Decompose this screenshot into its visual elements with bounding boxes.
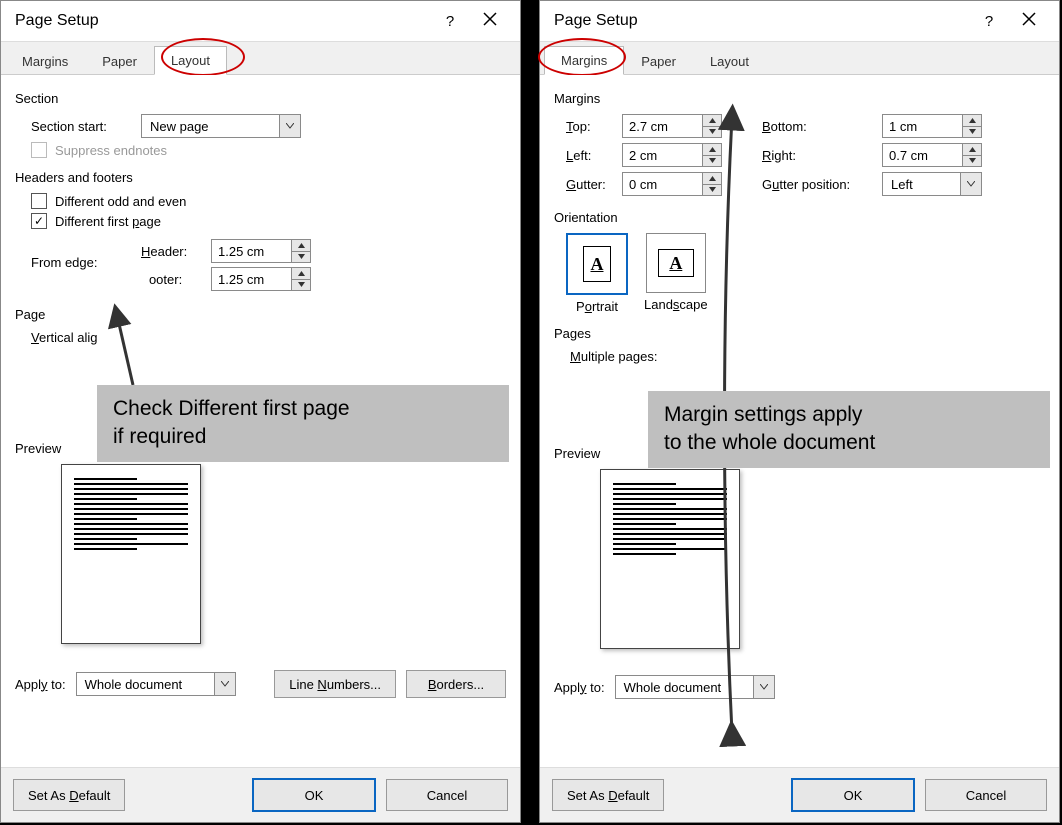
titlebar: Page Setup ?: [540, 1, 1059, 42]
section-start-select[interactable]: New page: [141, 114, 301, 138]
set-as-default-button[interactable]: Set As Default: [552, 779, 664, 811]
footer-label: Footer:: [141, 272, 211, 287]
tabstrip: Margins Paper Layout: [540, 42, 1059, 75]
gutter-position-label: Gutter position:: [762, 177, 882, 192]
help-icon[interactable]: ?: [969, 13, 1009, 30]
dialog-title: Page Setup: [554, 12, 969, 30]
help-icon[interactable]: ?: [430, 13, 470, 30]
spinner-buttons[interactable]: [291, 268, 310, 290]
dialog-footer: Set As Default OK Cancel: [1, 767, 520, 822]
bottom-label: Bottom:: [762, 119, 882, 134]
close-icon[interactable]: [1009, 12, 1049, 30]
line-numbers-button[interactable]: Line Numbers...: [274, 670, 396, 698]
ok-button[interactable]: OK: [252, 778, 376, 812]
gutter-label: Gutter:: [566, 177, 622, 192]
left-spinner[interactable]: 2 cm: [622, 143, 722, 167]
vertical-alignment-label: Vertical alig: [31, 330, 98, 345]
pages-heading: Pages: [554, 326, 1045, 341]
annotation-arrow: [111, 309, 151, 392]
tab-layout[interactable]: Layout: [154, 46, 227, 75]
footer-spinner[interactable]: 1.25 cm: [211, 267, 311, 291]
chevron-down-icon: [960, 173, 981, 195]
orientation-heading: Orientation: [554, 210, 1045, 225]
different-first-page-label: Different first page: [55, 214, 161, 229]
header-spinner[interactable]: 1.25 cm: [211, 239, 311, 263]
different-first-page-checkbox[interactable]: Different first page: [31, 213, 161, 229]
cancel-button[interactable]: Cancel: [386, 779, 508, 811]
left-label: Left:: [566, 148, 622, 163]
apply-to-label: Apply to:: [554, 680, 605, 695]
set-as-default-button[interactable]: Set As Default: [13, 779, 125, 811]
orientation-portrait[interactable]: A Portrait: [566, 233, 628, 314]
top-label: Top:: [566, 119, 622, 134]
titlebar: Page Setup ?: [1, 1, 520, 42]
multiple-pages-label: Multiple pages:: [570, 349, 657, 364]
tab-margins[interactable]: Margins: [5, 47, 85, 75]
spinner-buttons[interactable]: [291, 240, 310, 262]
dialog-title: Page Setup: [15, 12, 430, 30]
preview-thumbnail: [61, 464, 201, 644]
page-landscape-icon: A: [658, 249, 694, 277]
cancel-button[interactable]: Cancel: [925, 779, 1047, 811]
tab-layout[interactable]: Layout: [693, 47, 766, 75]
close-icon[interactable]: [470, 12, 510, 30]
section-start-label: Section start:: [31, 119, 141, 134]
different-odd-even-checkbox[interactable]: Different odd and even: [31, 193, 186, 209]
section-start-value: New page: [142, 119, 279, 134]
tab-margins[interactable]: Margins: [544, 46, 624, 75]
suppress-endnotes-checkbox: Suppress endnotes: [31, 142, 167, 158]
right-label: Right:: [762, 148, 882, 163]
top-spinner[interactable]: 2.7 cm: [622, 114, 722, 138]
from-edge-label: From edge:: [31, 235, 141, 270]
apply-to-select[interactable]: Whole document: [76, 672, 236, 696]
tabstrip: Margins Paper Layout: [1, 42, 520, 75]
borders-button[interactable]: Borders...: [406, 670, 506, 698]
gutter-spinner[interactable]: 0 cm: [622, 172, 722, 196]
apply-to-label: Apply to:: [15, 677, 66, 692]
chevron-down-icon: [279, 115, 300, 137]
tab-paper[interactable]: Paper: [85, 47, 154, 75]
chevron-down-icon: [214, 673, 235, 695]
tab-paper[interactable]: Paper: [624, 47, 693, 75]
annotation-callout: Margin settings applyto the whole docume…: [648, 391, 1050, 468]
page-setup-dialog-layout: Page Setup ? Margins Paper Layout Sectio…: [0, 0, 521, 823]
page-setup-dialog-margins: Page Setup ? Margins Paper Layout Margin…: [539, 0, 1060, 823]
right-spinner[interactable]: 0.7 cm: [882, 143, 982, 167]
bottom-spinner[interactable]: 1 cm: [882, 114, 982, 138]
headers-footers-heading: Headers and footers: [15, 170, 506, 185]
page-heading: Page: [15, 307, 506, 322]
orientation-landscape[interactable]: A Landscape: [644, 233, 708, 314]
annotation-text: Check Different first pageif required: [113, 397, 350, 448]
ok-button[interactable]: OK: [791, 778, 915, 812]
section-heading: Section: [15, 91, 506, 106]
header-label: Header:: [141, 244, 211, 259]
landscape-label: Landscape: [644, 297, 708, 312]
margins-heading: Margins: [554, 91, 1045, 106]
page-portrait-icon: A: [583, 246, 611, 282]
portrait-label: Portrait: [576, 299, 618, 314]
gutter-position-select[interactable]: Left: [882, 172, 982, 196]
annotation-text: Margin settings applyto the whole docume…: [664, 403, 875, 454]
annotation-callout: Check Different first pageif required: [97, 385, 509, 462]
dialog-footer: Set As Default OK Cancel: [540, 767, 1059, 822]
